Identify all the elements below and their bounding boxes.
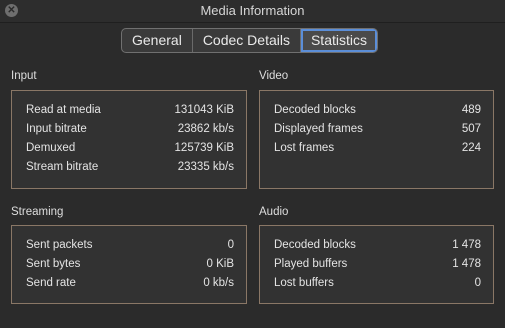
row-value-played-buffers: 1 478 [452,258,481,270]
panel-video: Decoded blocks 489 Displayed frames 507 … [259,90,494,189]
row-value-lost-buffers: 0 [474,277,481,289]
tab-bar: General Codec Details Statistics [121,28,378,53]
row-label-displayed-frames: Displayed frames [274,123,363,135]
row-label-sent-bytes: Sent bytes [26,258,81,270]
row-value-read-at-media: 131043 KiB [174,104,234,116]
row-label-lost-buffers: Lost buffers [274,277,334,289]
panel-audio: Decoded blocks 1 478 Played buffers 1 47… [259,225,494,304]
section-label-video: Video [259,70,289,82]
row-label-send-rate: Send rate [26,277,76,289]
panel-streaming: Sent packets 0 Sent bytes 0 KiB Send rat… [11,225,247,304]
row-label-demuxed: Demuxed [26,142,76,154]
section-label-streaming: Streaming [11,206,64,218]
tab-codec-details[interactable]: Codec Details [193,29,301,52]
section-label-input: Input [11,70,37,82]
tab-statistics[interactable]: Statistics [300,29,377,52]
row-value-displayed-frames: 507 [461,123,481,135]
row-label-sent-packets: Sent packets [26,239,93,251]
row-value-sent-bytes: 0 KiB [206,258,235,270]
row-value-input-bitrate: 23862 kb/s [177,123,234,135]
row-value-audio-decoded-blocks: 1 478 [452,239,481,251]
title-bar: ✕ Media Information [0,0,505,23]
row-value-stream-bitrate: 23335 kb/s [177,161,234,173]
row-value-demuxed: 125739 KiB [174,142,234,154]
row-label-lost-frames: Lost frames [274,142,335,154]
section-label-audio: Audio [259,206,289,218]
row-value-lost-frames: 224 [461,142,481,154]
row-value-send-rate: 0 kb/s [203,277,234,289]
row-value-sent-packets: 0 [227,239,234,251]
tab-general[interactable]: General [122,29,193,52]
row-label-played-buffers: Played buffers [274,258,348,270]
row-label-stream-bitrate: Stream bitrate [26,161,99,173]
panel-input: Read at media 131043 KiB Input bitrate 2… [11,90,247,189]
row-label-decoded-blocks: Decoded blocks [274,104,356,116]
row-label-input-bitrate: Input bitrate [26,123,87,135]
row-label-audio-decoded-blocks: Decoded blocks [274,239,356,251]
row-label-read-at-media: Read at media [26,104,101,116]
row-value-decoded-blocks: 489 [461,104,481,116]
window-title: Media Information [200,3,305,18]
